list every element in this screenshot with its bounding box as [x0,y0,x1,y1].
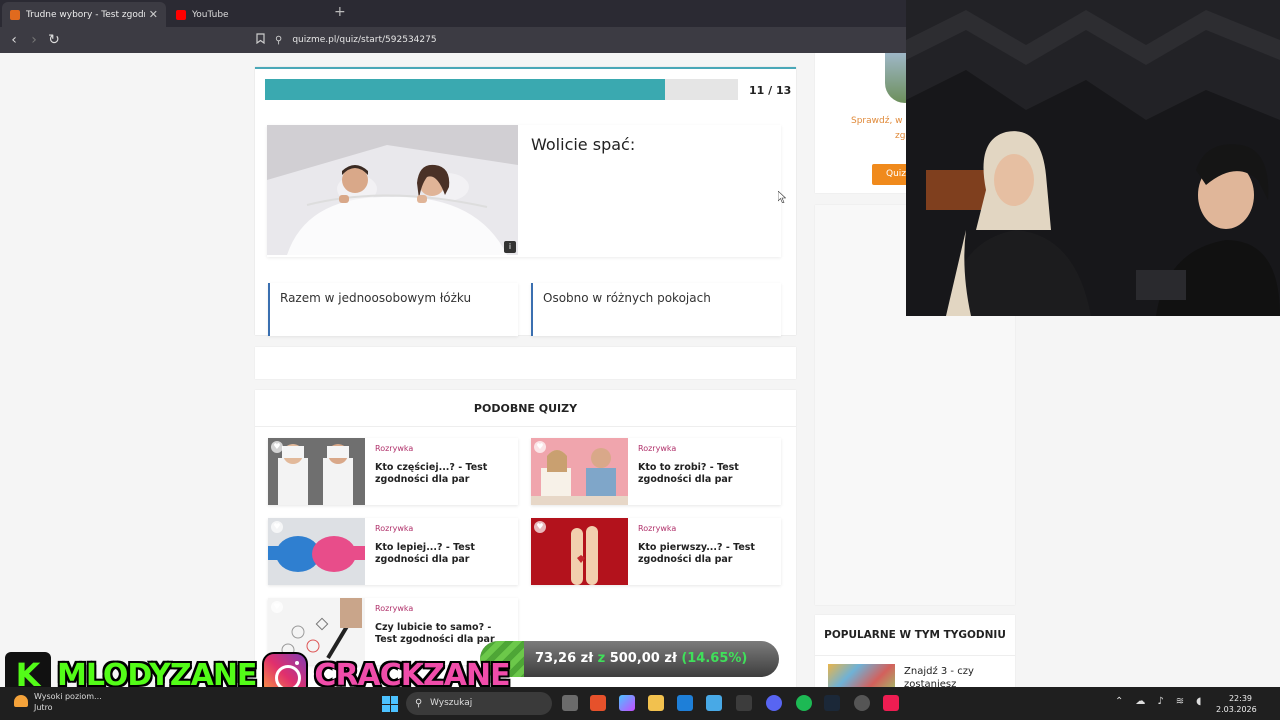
weather-line-1: Wysoki poziom... [34,692,102,701]
tab-title: YouTube [192,9,229,20]
progress-count: 11 / 13 [749,84,792,97]
cloud-icon[interactable]: ☁ [1135,696,1145,707]
divider [255,426,796,427]
popular-thumbnail[interactable] [828,664,895,687]
webcam-overlay [906,0,1280,316]
similar-quiz-card[interactable]: ♥ Rozrywka Kto pierwszy...? - Test zgodn… [531,518,781,585]
answer-option-1[interactable]: Razem w jednoosobowym łóżku [268,283,518,336]
section-title: POPULARNE W TYM TYGODNIU [824,629,1006,641]
heart-icon[interactable]: ♥ [534,441,546,453]
donation-goal-bar: 73,26 zł z 500,00 zł (14.65%) [480,641,779,677]
quizme-favicon-icon [10,9,20,20]
steam-icon[interactable] [824,695,840,711]
stream-caption: stream z gotowania [540,614,737,633]
task-view-icon[interactable] [562,695,578,711]
question-text: Wolicie spać: [531,135,636,154]
url-field[interactable]: ⚲ quizme.pl/quiz/start/592534275 [256,31,437,49]
clock[interactable]: 22:39 2.03.2026 [1216,693,1257,715]
tab-youtube[interactable]: YouTube [168,2,328,27]
quiz-thumbnail: ♥ [531,518,628,585]
heart-icon[interactable]: ♥ [271,601,283,613]
quiz-thumbnail: ♥ [268,518,365,585]
volume-icon[interactable]: ◖ [1196,696,1201,707]
windows-start-icon[interactable] [382,696,398,712]
similar-quiz-card[interactable]: ♥ Rozrywka Kto to zrobi? - Test zgodnośc… [531,438,781,505]
tab-title: Trudne wybory - Test zgodności [26,9,145,20]
youtube-favicon-icon [176,9,186,20]
back-icon[interactable]: ‹ [4,32,24,48]
similar-quiz-card[interactable]: ♥ Rozrywka Kto lepiej...? - Test zgodnoś… [268,518,518,585]
info-icon[interactable]: i [504,241,516,253]
windows-taskbar: Wysoki poziom... Jutro ⚲ Wyszukaj ⌃ ☁ ♪ … [0,687,1280,720]
weather-widget[interactable]: Wysoki poziom... Jutro [14,691,102,713]
site-info-icon[interactable]: ⚲ [275,35,282,46]
tiktok-icon[interactable] [883,695,899,711]
quiz-title[interactable]: Kto to zrobi? - Test zgodności dla par [638,462,778,486]
popular-section: POPULARNE W TYM TYGODNIU Znajdź 3 - czy … [815,615,1015,687]
mouse-cursor-icon [778,191,786,203]
url-text: quizme.pl/quiz/start/592534275 [292,35,437,45]
clock-time: 22:39 [1228,694,1252,703]
goal-target: 500,00 zł [609,651,677,666]
close-icon[interactable]: ✕ [149,8,158,21]
calculator-icon[interactable] [677,695,693,711]
discord-icon[interactable] [766,695,782,711]
progress-bar [265,79,738,100]
spotify-icon[interactable] [796,695,812,711]
reload-icon[interactable]: ↻ [44,32,64,48]
notepad-icon[interactable] [706,695,722,711]
goal-percent: (14.65%) [681,651,748,666]
media-player-icon[interactable] [736,695,752,711]
answer-option-2[interactable]: Osobno w różnych pokojach [531,283,781,336]
section-title: PODOBNE QUIZY [473,402,578,415]
obs-icon[interactable] [854,695,870,711]
goal-text: 73,26 zł z 500,00 zł (14.65%) [535,651,747,666]
quiz-category[interactable]: Rozrywka [638,524,676,533]
progress-fill [265,79,666,100]
quiz-title[interactable]: Kto częściej...? - Test zgodności dla pa… [375,462,515,486]
quiz-title[interactable]: Kto lepiej...? - Test zgodności dla par [375,542,515,566]
weather-line-2: Jutro [34,703,53,712]
quiz-title[interactable]: Kto pierwszy...? - Test zgodności dla pa… [638,542,778,566]
goal-separator: z [597,651,606,666]
quiz-thumbnail: ♥ [531,438,628,505]
question-image: i [267,125,518,255]
taskbar-search[interactable]: ⚲ Wyszukaj [406,692,552,715]
goal-current: 73,26 zł [535,651,594,666]
popular-quiz-title[interactable]: Znajdź 3 - czy zostaniesz [904,665,1004,687]
file-explorer-icon[interactable] [648,695,664,711]
forward-icon[interactable]: › [24,32,44,48]
system-tray: ⌃ ☁ ♪ ≋ ◖ [1115,696,1201,707]
quiz-category[interactable]: Rozrywka [375,604,413,613]
question-box: i Wolicie spać: [267,125,781,257]
new-tab-button[interactable]: + [334,4,346,20]
brave-browser-icon[interactable] [590,695,606,711]
quiz-category[interactable]: Rozrywka [375,444,413,453]
search-icon: ⚲ [415,698,423,709]
heart-icon[interactable]: ♥ [271,521,283,533]
quiz-card: 11 / 13 i Wolicie spać: Razem w jednooso… [255,67,796,336]
copilot-icon[interactable] [619,695,635,711]
promo-text: Sprawdź, w i [851,116,908,126]
microphone-icon[interactable]: ♪ [1157,696,1163,707]
quiz-category[interactable]: Rozrywka [638,444,676,453]
bookmark-icon[interactable] [256,33,265,47]
similar-quiz-card[interactable]: ♥ Rozrywka Kto częściej...? - Test zgodn… [268,438,518,505]
tab-quiz[interactable]: Trudne wybory - Test zgodności ✕ [2,2,166,27]
heart-icon[interactable]: ♥ [534,521,546,533]
chevron-up-icon[interactable]: ⌃ [1115,696,1123,707]
quiz-category[interactable]: Rozrywka [375,524,413,533]
wifi-icon[interactable]: ≋ [1176,696,1184,707]
divider [815,655,1015,656]
weather-icon [14,695,28,707]
search-placeholder: Wyszukaj [430,698,473,708]
clock-date: 2.03.2026 [1216,705,1257,714]
quiz-thumbnail: ♥ [268,438,365,505]
empty-card [255,347,796,379]
heart-icon[interactable]: ♥ [271,441,283,453]
